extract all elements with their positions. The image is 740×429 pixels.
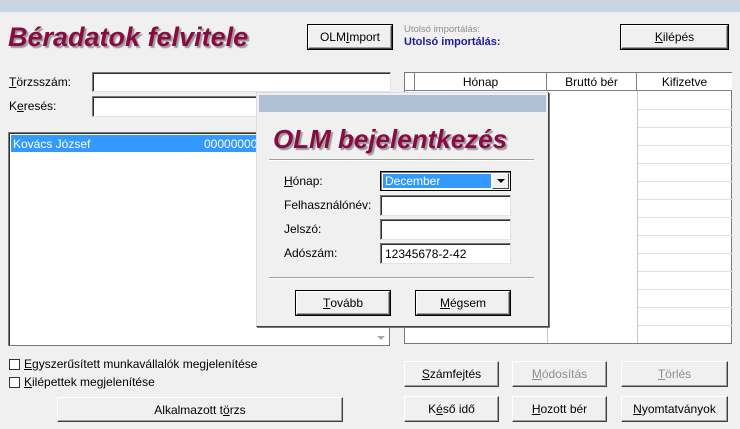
grid-row-line: [638, 217, 732, 218]
tax-number-field[interactable]: 12345678-2-42: [380, 243, 511, 264]
olm-import-button[interactable]: OLM Import: [308, 25, 392, 49]
simplified-checkbox-label[interactable]: Egyszerűsített munkavállalók megjeleníté…: [24, 357, 257, 371]
month-label-rest: ónap:: [292, 174, 323, 188]
employee-id: 00000000: [204, 136, 258, 151]
kereses-label-rest: resés:: [23, 99, 57, 113]
late-time-rest: ső idő: [442, 402, 475, 416]
dialog-title-bar[interactable]: [259, 95, 546, 112]
chevron-down-icon[interactable]: [492, 173, 509, 189]
payroll-button[interactable]: Számfejtés: [404, 361, 499, 387]
last-import-label: Utolsó importálás:: [404, 36, 501, 48]
late-time-button[interactable]: Ké ső idő: [404, 396, 499, 422]
next-hotkey: T: [322, 296, 331, 310]
left-employees-checkbox[interactable]: [9, 377, 20, 388]
next-label-rest: ovább: [330, 296, 364, 310]
payroll-hotkey: S: [421, 367, 430, 381]
left-employees-checkbox-label[interactable]: Kilépettek megjelenítése: [24, 375, 155, 389]
dialog-title: OLM bejelentkezés: [273, 124, 508, 154]
grid-column-header-gross[interactable]: Bruttó bér: [547, 73, 637, 91]
olm-login-dialog: OLM bejelentkezés Hónap: December Felhas…: [256, 92, 549, 327]
dialog-separator: [269, 159, 534, 161]
employee-master-pre: Alkalmazott t: [154, 402, 223, 417]
forms-hotkey: N: [633, 402, 642, 416]
payroll-label-rest: zámfejtés: [429, 367, 482, 381]
forms-button[interactable]: Nyomtatványok: [621, 396, 728, 422]
olm-import-label-post: mport: [349, 30, 381, 44]
month-select[interactable]: December: [380, 171, 511, 191]
torzsszam-label: Törzsszám:: [9, 75, 71, 89]
month-hotkey: H: [284, 174, 293, 188]
grid-column-header-month[interactable]: Hónap: [415, 73, 547, 91]
forms-label-rest: yomtatványok: [641, 402, 716, 416]
torzsszam-input[interactable]: [92, 72, 391, 92]
grid-row-line: [638, 289, 732, 290]
carried-wage-button[interactable]: Hozott bér: [512, 396, 607, 422]
simplified-label-rest: gyszerűsített munkavállalók megjelenítés…: [32, 357, 258, 371]
exit-hotkey: K: [654, 30, 663, 44]
grid-row-header-corner: [405, 73, 415, 91]
search-input[interactable]: [92, 96, 260, 117]
page-title: Béradatok felvitele: [8, 22, 249, 52]
cancel-hotkey: M: [439, 296, 450, 310]
list-scroll-down-icon[interactable]: [372, 330, 389, 345]
employee-master-button[interactable]: Alkalmazott t ö rzs: [57, 397, 343, 422]
simplified-hotkey: E: [24, 357, 33, 371]
password-label: Jelszó:: [284, 222, 322, 236]
employee-master-rest: rzs: [229, 402, 246, 417]
modify-button[interactable]: Módosítás: [512, 361, 607, 387]
cancel-button[interactable]: Mégsem: [416, 291, 510, 315]
window-top-bar: [0, 0, 740, 12]
grid-row-line: [638, 181, 732, 182]
delete-hotkey: T: [657, 367, 666, 381]
grid-row-line: [638, 325, 732, 326]
simplified-checkbox[interactable]: [9, 359, 20, 370]
kereses-label: Keresés:: [9, 99, 56, 113]
grid-row-line: [638, 127, 732, 128]
olm-import-label-pre: OLM: [319, 30, 346, 44]
torzsszam-label-rest: örzsszám:: [16, 75, 72, 89]
grid-row-line: [638, 253, 732, 254]
tax-number-label: Adószám:: [284, 246, 338, 260]
grid-row-line: [638, 271, 732, 272]
left-employees-hotkey: K: [24, 375, 33, 389]
carried-wage-hotkey: H: [531, 402, 541, 416]
kereses-label-pre: K: [9, 99, 18, 113]
grid-row-line: [638, 163, 732, 164]
exit-label-rest: ilépés: [662, 30, 695, 44]
delete-button[interactable]: Törlés: [621, 361, 728, 387]
grid-column-header-paid[interactable]: Kifizetve: [637, 73, 732, 91]
modify-label-rest: ódosítás: [541, 367, 588, 381]
last-import-caption: Utolsó importálás:: [404, 24, 481, 35]
employee-master-hotkey: ö: [223, 402, 230, 417]
modify-hotkey: M: [531, 367, 542, 381]
username-field[interactable]: [380, 195, 511, 216]
grid-row-line: [638, 109, 732, 110]
cancel-label-rest: égsem: [449, 296, 487, 310]
month-label: Hónap:: [284, 174, 323, 188]
late-time-hotkey: é: [436, 402, 443, 416]
dialog-separator: [269, 277, 534, 279]
next-button[interactable]: Tovább: [296, 291, 390, 315]
left-employees-label-rest: ilépettek megjelenítése: [32, 375, 155, 389]
month-select-value: December: [383, 174, 491, 188]
carried-wage-rest: ozott bér: [540, 402, 588, 416]
grid-row-line: [638, 145, 732, 146]
delete-label-rest: örlés: [665, 367, 692, 381]
password-field[interactable]: [380, 219, 511, 240]
tax-number-value: 12345678-2-42: [385, 247, 467, 261]
username-label: Felhasználónév:: [284, 198, 372, 212]
grid-row-line: [638, 199, 732, 200]
exit-button[interactable]: Kilépés: [621, 25, 728, 49]
employee-name: Kovács József: [13, 136, 91, 151]
kereses-hotkey: e: [17, 99, 24, 113]
grid-row-line: [638, 307, 732, 308]
late-time-pre: K: [428, 402, 437, 416]
grid-row-line: [638, 235, 732, 236]
